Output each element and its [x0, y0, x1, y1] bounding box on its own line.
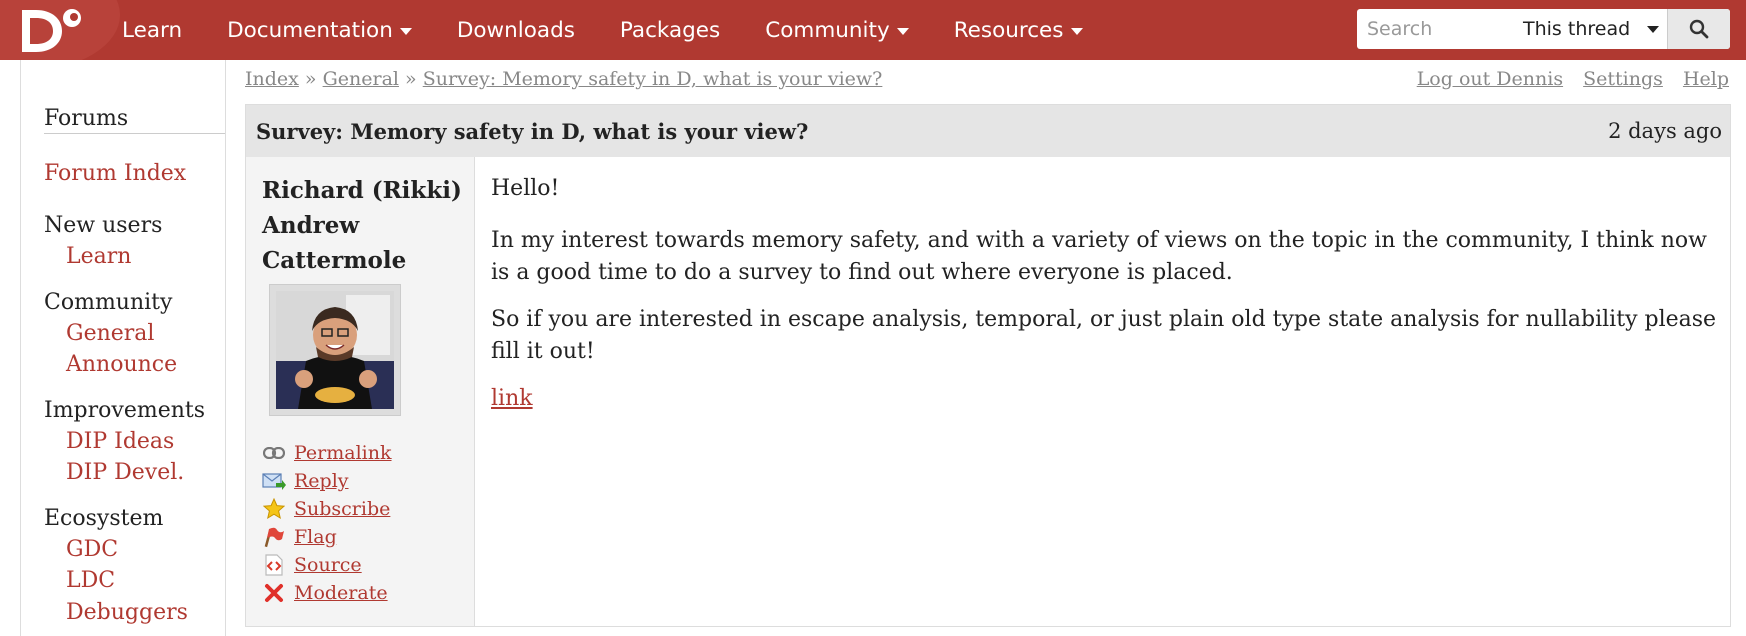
sidebar-item-learn[interactable]: Learn [66, 244, 131, 269]
author-panel: Richard (Rikki) Andrew Cattermole Permal… [246, 157, 475, 626]
post-paragraph: So if you are interested in escape analy… [491, 307, 1717, 364]
forum-sidebar: Forums Forum Index New users Learn Commu… [20, 60, 226, 636]
search-scope-label: This thread [1523, 18, 1631, 40]
sidebar-group-title: Community [44, 290, 173, 315]
post-greeting: Hello! [491, 176, 560, 201]
post-date: 2 days ago [1608, 119, 1722, 143]
breadcrumb-index[interactable]: Index [245, 68, 299, 90]
caret-down-icon [399, 27, 412, 35]
search-box: This thread [1357, 9, 1730, 49]
flag-action[interactable]: Flag [262, 523, 392, 551]
sidebar-group-title: Ecosystem [44, 506, 164, 531]
logout-link[interactable]: Log out Dennis [1417, 68, 1563, 90]
settings-link[interactable]: Settings [1583, 68, 1663, 90]
breadcrumb: Index » General » Survey: Memory safety … [245, 68, 882, 90]
sidebar-group-title: Improvements [44, 398, 206, 423]
avatar [269, 284, 401, 416]
sidebar-group-title: New users [44, 213, 163, 238]
search-button[interactable] [1667, 9, 1730, 49]
source-link[interactable]: Source [294, 554, 362, 576]
nav-downloads[interactable]: Downloads [457, 18, 575, 43]
star-icon [262, 498, 286, 520]
sidebar-heading: Forums [44, 106, 129, 131]
reply-action[interactable]: Reply [262, 467, 392, 495]
sidebar-item-debuggers[interactable]: Debuggers [66, 600, 188, 625]
sidebar-forum-index[interactable]: Forum Index [44, 161, 186, 186]
main-nav: Learn Documentation Downloads Packages C… [122, 0, 1128, 60]
moderate-icon [262, 582, 286, 604]
nav-learn[interactable]: Learn [122, 18, 182, 43]
chevron-down-icon [1647, 26, 1659, 33]
sidebar-divider [44, 133, 225, 134]
nav-documentation[interactable]: Documentation [227, 18, 412, 43]
nav-resources[interactable]: Resources [954, 18, 1083, 43]
forum-post: Survey: Memory safety in D, what is your… [245, 104, 1731, 627]
post-paragraph: In my interest towards memory safety, an… [491, 228, 1707, 285]
subscribe-link[interactable]: Subscribe [294, 498, 390, 520]
nav-community[interactable]: Community [765, 18, 909, 43]
breadcrumb-thread[interactable]: Survey: Memory safety in D, what is your… [423, 68, 883, 90]
breadcrumb-general[interactable]: General [323, 68, 399, 90]
permalink-action[interactable]: Permalink [262, 439, 392, 467]
search-input[interactable] [1357, 9, 1527, 49]
reply-link[interactable]: Reply [294, 470, 349, 492]
post-header: Survey: Memory safety in D, what is your… [246, 105, 1730, 157]
link-icon [262, 442, 286, 464]
source-action[interactable]: Source [262, 551, 392, 579]
permalink-link[interactable]: Permalink [294, 442, 392, 464]
post-title: Survey: Memory safety in D, what is your… [256, 119, 809, 144]
dlang-logo[interactable] [14, 4, 94, 56]
breadcrumb-separator: » [405, 68, 417, 90]
sidebar-item-dip-ideas[interactable]: DIP Ideas [66, 429, 174, 454]
search-scope-select[interactable]: This thread [1523, 9, 1659, 49]
nav-packages[interactable]: Packages [620, 18, 720, 43]
caret-down-icon [1070, 27, 1083, 35]
subscribe-action[interactable]: Subscribe [262, 495, 392, 523]
survey-link[interactable]: link [491, 386, 533, 411]
post-actions: Permalink Reply Subscribe Flag Source Mo… [262, 439, 392, 607]
reply-icon [262, 470, 286, 492]
user-links: Log out Dennis Settings Help [1403, 68, 1729, 90]
author-name[interactable]: Richard (Rikki) Andrew Cattermole [262, 173, 472, 278]
breadcrumb-separator: » [304, 68, 317, 90]
sidebar-item-announce[interactable]: Announce [66, 352, 177, 377]
caret-down-icon [896, 27, 909, 35]
source-icon [262, 554, 286, 576]
flag-icon [262, 526, 286, 548]
sidebar-item-dip-devel[interactable]: DIP Devel. [66, 460, 184, 485]
sidebar-item-ldc[interactable]: LDC [66, 568, 115, 593]
moderate-link[interactable]: Moderate [294, 582, 388, 604]
sidebar-item-general[interactable]: General [66, 321, 154, 346]
search-icon [1689, 19, 1709, 39]
top-navbar: Learn Documentation Downloads Packages C… [0, 0, 1746, 60]
moderate-action[interactable]: Moderate [262, 579, 392, 607]
sidebar-item-gdc[interactable]: GDC [66, 537, 118, 562]
flag-link[interactable]: Flag [294, 526, 337, 548]
avatar-image [276, 291, 394, 409]
help-link[interactable]: Help [1683, 68, 1729, 90]
